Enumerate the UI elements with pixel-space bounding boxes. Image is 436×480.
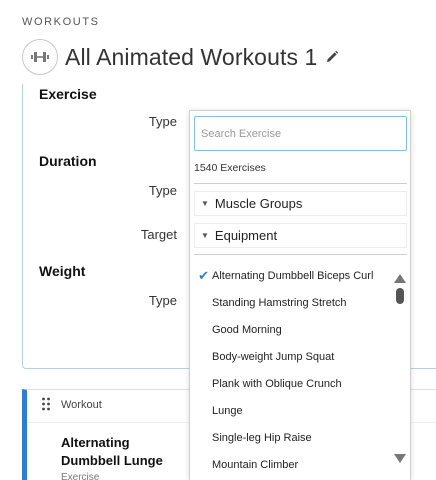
list-item-label: Mountain Climber bbox=[212, 459, 299, 471]
list-item-label: Standing Hamstring Stretch bbox=[212, 297, 347, 309]
list-item-label: Lunge bbox=[212, 405, 243, 417]
exercise-type-label: Type bbox=[148, 114, 177, 129]
list-item[interactable]: Lunge bbox=[190, 401, 390, 421]
workout-exercise-name: Alternating Dumbbell Lunge bbox=[61, 434, 163, 470]
filter-muscle-groups[interactable]: ▼ Muscle Groups bbox=[194, 191, 407, 216]
section-label: WORKOUTS bbox=[22, 16, 100, 28]
duration-target-label: Target bbox=[140, 227, 177, 242]
checkmark-icon: ✔ bbox=[198, 268, 209, 283]
caret-down-icon: ▼ bbox=[201, 231, 209, 240]
filter-muscle-groups-label: Muscle Groups bbox=[214, 196, 303, 211]
filter-equipment[interactable]: ▼ Equipment bbox=[194, 223, 407, 248]
scroll-down-icon[interactable] bbox=[394, 450, 406, 468]
workout-exercise-name-line2: Dumbbell Lunge bbox=[61, 453, 163, 468]
pencil-icon[interactable] bbox=[325, 50, 339, 64]
title-row: All Animated Workouts 1 bbox=[22, 39, 339, 75]
list-item[interactable]: Plank with Oblique Crunch bbox=[190, 374, 390, 394]
list-item[interactable]: Standing Hamstring Stretch bbox=[190, 293, 390, 313]
search-exercise-input[interactable] bbox=[194, 116, 407, 151]
duration-type-label: Type bbox=[148, 183, 177, 198]
list-item-label: Body-weight Jump Squat bbox=[212, 351, 335, 363]
scrollbar-thumb[interactable] bbox=[396, 288, 404, 304]
exercise-heading: Exercise bbox=[39, 86, 97, 102]
filter-equipment-label: Equipment bbox=[214, 228, 278, 243]
list-item-label: Good Morning bbox=[212, 324, 282, 336]
list-item-label: Plank with Oblique Crunch bbox=[212, 378, 342, 390]
list-item[interactable]: Body-weight Jump Squat bbox=[190, 347, 390, 367]
divider bbox=[194, 254, 407, 255]
list-item-label: Single-leg Hip Raise bbox=[212, 432, 312, 444]
dumbbell-icon bbox=[22, 39, 58, 75]
workout-exercise-sub: Exercise bbox=[61, 472, 100, 480]
list-item[interactable]: Mountain Climber bbox=[190, 455, 390, 475]
drag-handle-icon[interactable] bbox=[41, 396, 51, 417]
list-item[interactable]: ✔ Alternating Dumbbell Biceps Curl bbox=[190, 266, 390, 286]
weight-type-label: Type bbox=[148, 293, 177, 308]
list-item[interactable]: Good Morning bbox=[190, 320, 390, 340]
divider bbox=[194, 183, 407, 184]
duration-heading: Duration bbox=[39, 153, 97, 169]
workout-card-label: Workout bbox=[61, 399, 102, 411]
exercise-count: 1540 Exercises bbox=[194, 162, 266, 174]
scroll-up-icon[interactable] bbox=[394, 270, 406, 288]
list-item[interactable]: Single-leg Hip Raise bbox=[190, 428, 390, 448]
exercise-dropdown: 1540 Exercises ▼ Muscle Groups ▼ Equipme… bbox=[189, 110, 411, 480]
weight-heading: Weight bbox=[39, 263, 86, 279]
caret-down-icon: ▼ bbox=[201, 199, 209, 208]
list-item-label: Alternating Dumbbell Biceps Curl bbox=[212, 270, 374, 282]
workout-exercise-name-line1: Alternating bbox=[61, 435, 130, 450]
page-title: All Animated Workouts 1 bbox=[65, 43, 318, 70]
